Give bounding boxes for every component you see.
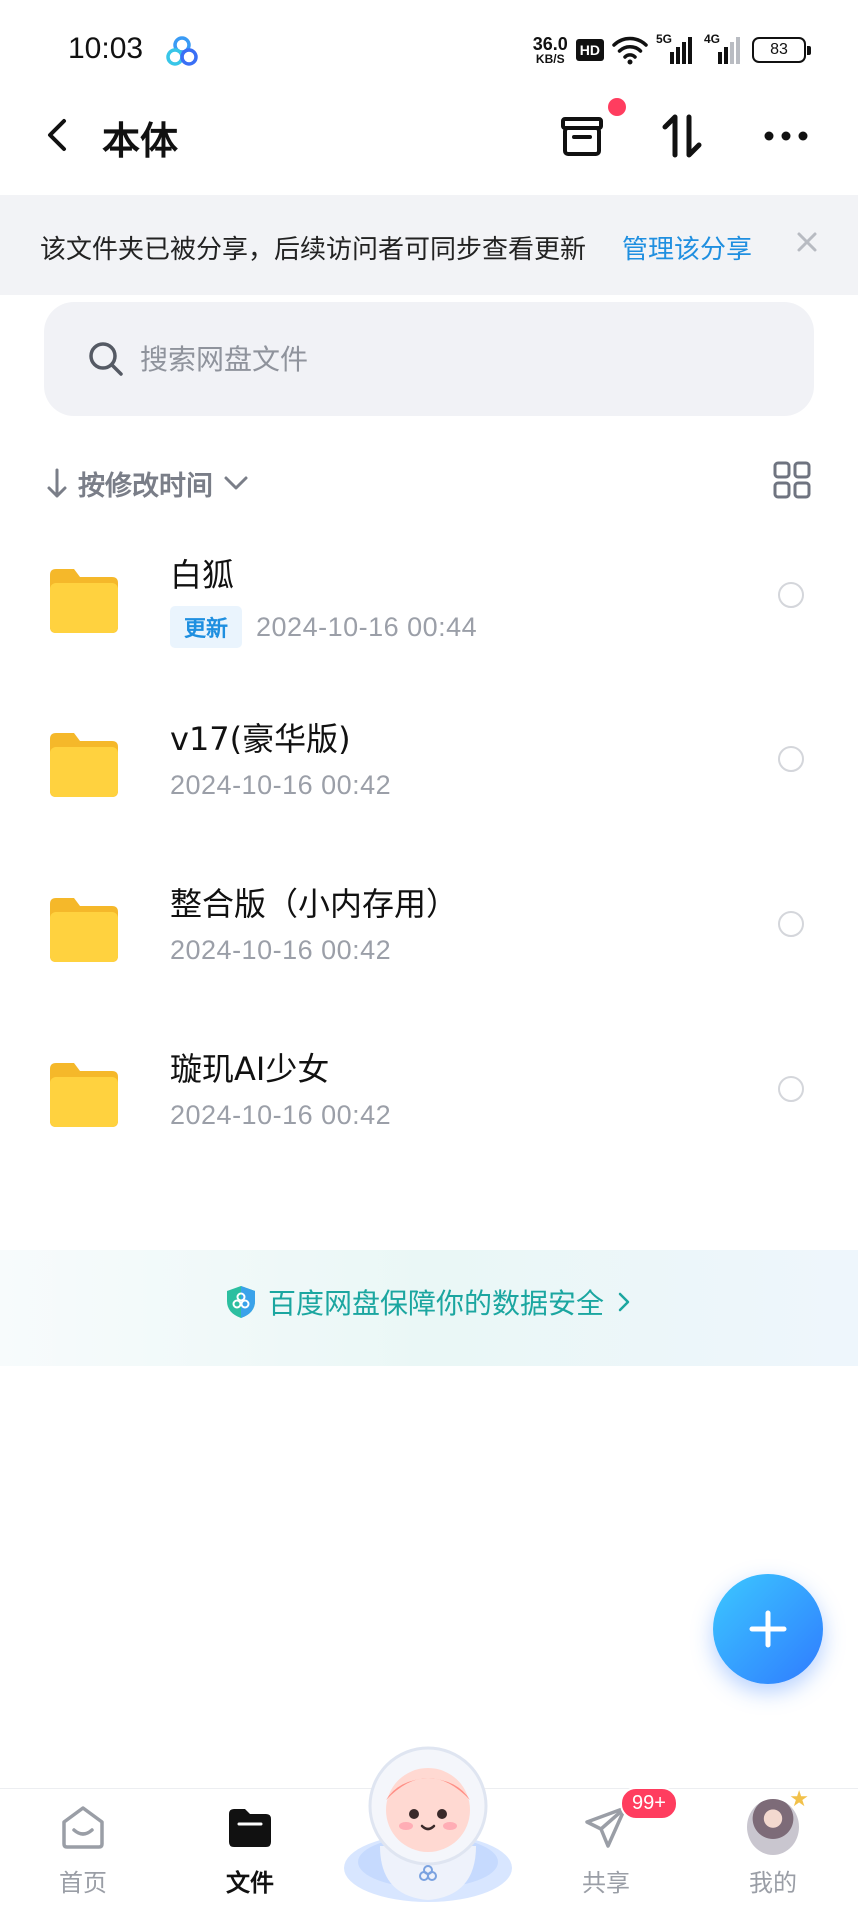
folder-icon [50,898,118,962]
file-meta: 2024-10-16 00:42 [170,1100,391,1131]
file-name: 整合版（小内存用） [170,885,459,923]
status-bar: 10:03 36.0 KB/S HD 5G 4G 83 [0,0,858,100]
chevron-right-icon [618,1292,630,1312]
security-banner[interactable]: 百度网盘保障你的数据安全 [0,1250,858,1366]
signal-5g-icon: 5G [656,32,696,66]
file-row[interactable]: 璇玑AI少女 2024-10-16 00:42 [0,1024,858,1188]
file-meta: 更新 2024-10-16 00:44 [170,606,477,648]
more-options-button[interactable] [758,108,814,164]
file-name: 白狐 [170,556,235,594]
add-button[interactable] [713,1574,823,1684]
nav-label-mine: 我的 [749,1869,797,1897]
security-banner-text: 百度网盘保障你的数据安全 [267,1287,604,1320]
network-speed: 36.0 KB/S [533,35,568,65]
search-icon [89,342,123,376]
nav-label-share: 共享 [582,1869,630,1897]
select-checkbox[interactable] [778,582,804,608]
shield-icon [226,1286,255,1318]
select-checkbox[interactable] [778,1076,804,1102]
nav-item-home[interactable]: 首页 [23,1789,143,1918]
nav-label-home: 首页 [59,1869,107,1897]
sort-transfer-button[interactable] [654,108,710,164]
status-indicators: 36.0 KB/S HD 5G 4G 83 [533,30,811,70]
status-time: 10:03 [68,32,144,65]
file-row[interactable]: v17(豪华版) 2024-10-16 00:42 [0,694,858,858]
search-bar[interactable] [44,302,814,416]
home-icon [62,1806,104,1849]
folder-icon [50,1063,118,1127]
crown-star-icon: ★ [789,1787,809,1812]
page-title: 本体 [102,119,179,163]
nav-label-files: 文件 [226,1869,274,1897]
network-speed-unit: KB/S [535,52,565,66]
archive-box-icon [561,117,603,156]
transfer-list-button[interactable] [554,98,626,164]
close-icon[interactable] [790,225,824,259]
nav-item-files[interactable]: 文件 [190,1789,310,1918]
header: 本体 [0,98,858,195]
grid-view-icon[interactable] [772,460,812,500]
battery-indicator: 83 [752,37,811,63]
nav-item-mine[interactable]: ★ 我的 [713,1787,833,1918]
file-meta: 2024-10-16 00:42 [170,770,391,801]
hd-badge: HD [575,39,604,61]
notification-dot [608,98,626,116]
share-notice-banner: 该文件夹已被分享，后续访问者可同步查看更新 管理该分享 [0,195,858,295]
battery-level: 83 [770,41,788,58]
manage-share-link[interactable]: 管理该分享 [622,229,752,266]
swap-vertical-icon [662,114,702,158]
security-banner-content: 百度网盘保障你的数据安全 [0,1282,858,1322]
arrow-down-icon [47,468,67,498]
wifi-icon [612,36,648,65]
select-checkbox[interactable] [778,911,804,937]
update-badge: 更新 [170,606,243,648]
file-modified-time: 2024-10-16 00:42 [170,1100,392,1130]
plus-icon [749,1610,787,1648]
select-checkbox[interactable] [778,746,804,772]
share-count-badge: 99+ [620,1787,678,1820]
folder-icon [50,569,118,633]
network-speed-value: 36.0 [532,34,568,54]
sort-selector[interactable]: 按修改时间 [44,458,251,508]
chevron-down-icon [224,476,248,490]
folder-icon [50,733,118,797]
more-horizontal-icon [764,131,808,141]
file-row[interactable]: 白狐 更新 2024-10-16 00:44 [0,530,858,694]
back-icon[interactable] [38,115,78,155]
file-modified-time: 2024-10-16 00:42 [170,935,392,965]
signal-4g-icon: 4G [704,32,744,66]
sort-label: 按修改时间 [78,470,213,502]
folder-filled-icon [229,1809,271,1847]
share-notice-text: 该文件夹已被分享，后续访问者可同步查看更新 [40,235,587,265]
file-modified-time: 2024-10-16 00:42 [170,770,392,800]
search-input[interactable] [140,330,740,388]
mascot-assistant-icon[interactable] [340,1736,516,1908]
file-name: v17(豪华版) [170,720,351,758]
baidu-netdisk-status-icon [166,36,198,66]
file-name: 璇玑AI少女 [170,1050,330,1088]
file-meta: 2024-10-16 00:42 [170,935,391,966]
avatar: ★ [747,1787,809,1855]
file-modified-time: 2024-10-16 00:44 [256,611,478,642]
file-row[interactable]: 整合版（小内存用） 2024-10-16 00:42 [0,859,858,1023]
